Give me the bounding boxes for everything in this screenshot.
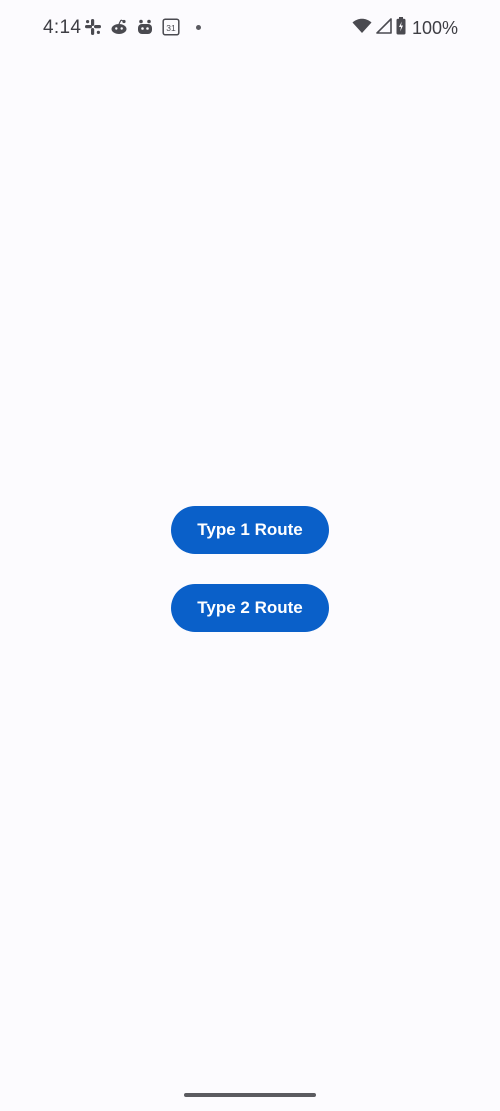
status-time: 4:14 <box>43 17 82 38</box>
notification-icons: 31 <box>84 18 201 36</box>
gesture-navigation-handle[interactable] <box>184 1093 316 1097</box>
calendar-day: 31 <box>166 23 176 33</box>
wifi-icon <box>352 18 372 39</box>
slack-icon <box>84 18 102 36</box>
reddit-icon <box>110 18 128 36</box>
cellular-icon <box>376 18 392 39</box>
type-2-route-button[interactable]: Type 2 Route <box>171 584 329 632</box>
type-1-route-button[interactable]: Type 1 Route <box>171 506 329 554</box>
more-notifications-dot <box>196 24 201 30</box>
system-icons: 100% <box>352 17 458 40</box>
battery-charging-icon <box>396 17 406 40</box>
battery-percent: 100% <box>411 18 458 38</box>
bot-icon <box>136 18 154 36</box>
status-bar: 4:14 31 100% <box>0 0 500 58</box>
calendar-icon: 31 <box>162 18 180 36</box>
